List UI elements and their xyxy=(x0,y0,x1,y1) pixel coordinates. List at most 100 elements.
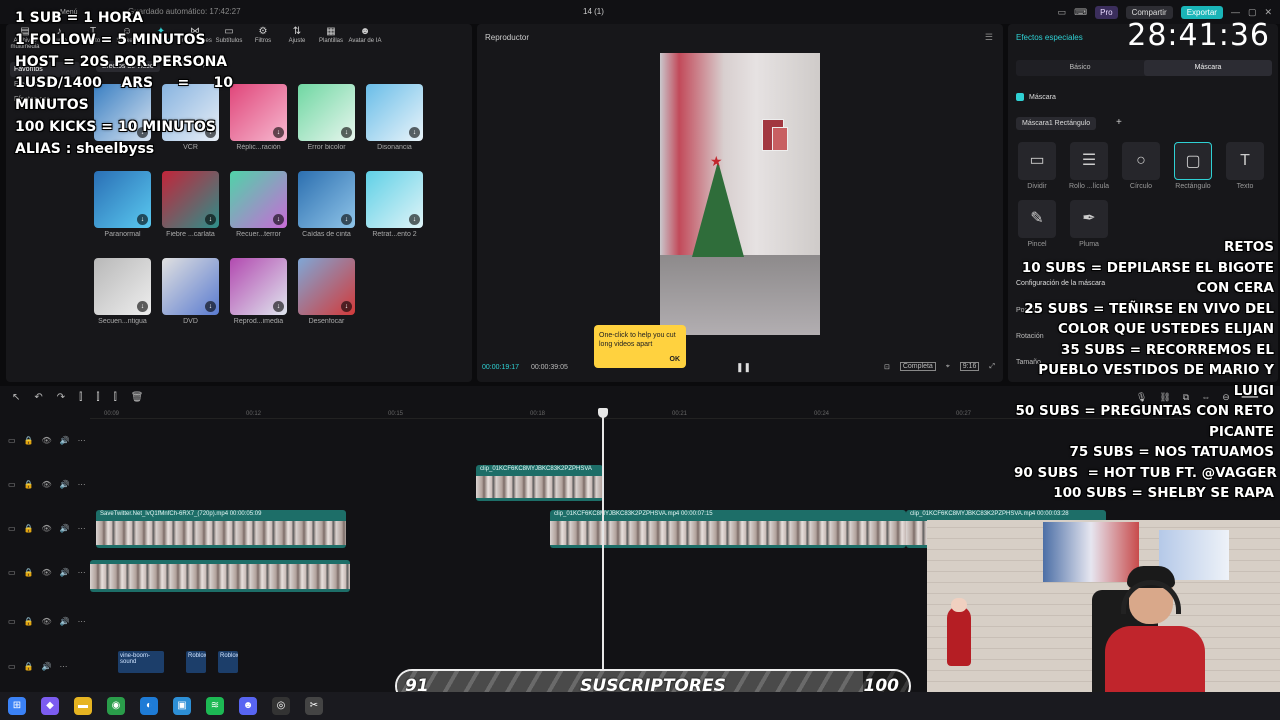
download-icon[interactable]: ↓ xyxy=(137,214,148,225)
tab-mask[interactable]: Máscara xyxy=(1144,60,1272,76)
close-icon[interactable]: ✕ xyxy=(1264,7,1272,18)
download-icon[interactable]: ↓ xyxy=(341,127,352,138)
effect-thumbnail[interactable]: ↓ xyxy=(94,258,151,315)
track-audio-icon[interactable]: 🔊 xyxy=(60,524,70,533)
redo-icon[interactable]: ↷ xyxy=(57,392,65,403)
nav-adjust[interactable]: ⇅ Ajuste xyxy=(280,26,314,50)
split-right-icon[interactable]: ⫿ xyxy=(114,392,117,403)
video-clip[interactable]: SaveTwitter.Net_lvQ1fMnfCh-6RX7_(720p).m… xyxy=(96,510,346,548)
text-mask-icon[interactable]: T xyxy=(1226,142,1264,180)
discord-icon[interactable]: ☻ xyxy=(239,697,257,715)
pause-button[interactable]: ❚❚ xyxy=(736,362,751,373)
edge-icon[interactable]: ◐ xyxy=(140,697,158,715)
track-visibility-icon[interactable]: 👁 xyxy=(42,617,52,626)
track-more-icon[interactable]: ⋯ xyxy=(78,568,86,577)
track-audio-icon[interactable]: 🔊 xyxy=(42,662,52,671)
track-audio-icon[interactable]: 🔊 xyxy=(60,568,70,577)
keyboard-icon[interactable]: ⌨ xyxy=(1074,7,1087,18)
copilot-icon[interactable]: ◆ xyxy=(41,697,59,715)
video-clip[interactable]: clip_01KCF6KC8MYJBKC83K2PZPHSVA xyxy=(476,465,603,501)
track-more-icon[interactable]: ⋯ xyxy=(78,480,86,489)
mask-shape-circle[interactable]: ○ Círculo xyxy=(1120,142,1162,190)
track-cover-icon[interactable]: ▭ xyxy=(8,524,16,533)
effect-thumbnail[interactable]: ↓ xyxy=(162,171,219,228)
effect-thumbnail[interactable]: ↓ xyxy=(94,171,151,228)
track-lock-icon[interactable]: 🔒 xyxy=(24,436,34,445)
download-icon[interactable]: ↓ xyxy=(205,301,216,312)
track-visibility-icon[interactable]: 👁 xyxy=(42,524,52,533)
nav-avatar[interactable]: ☻ Avatar de IA xyxy=(348,26,382,50)
effect-card[interactable]: ↓ Error bicolor xyxy=(298,84,355,151)
track-lock-icon[interactable]: 🔒 xyxy=(24,617,34,626)
mask-toggle[interactable]: Máscara xyxy=(1016,93,1056,101)
track-audio-icon[interactable]: 🔊 xyxy=(60,480,70,489)
split-icon[interactable]: ▭ xyxy=(1018,142,1056,180)
video-clip[interactable] xyxy=(90,560,350,592)
select-tool-icon[interactable]: ↖ xyxy=(12,392,20,403)
audio-clip[interactable]: vine-boom-sound xyxy=(118,651,164,673)
windows-icon[interactable]: ⊞ xyxy=(8,697,26,715)
effect-card[interactable]: ↓ Caídas de cinta xyxy=(298,171,355,238)
download-icon[interactable]: ↓ xyxy=(341,301,352,312)
download-icon[interactable]: ↓ xyxy=(205,214,216,225)
effect-card[interactable]: ↓ Desenfocar xyxy=(298,258,355,325)
effect-card[interactable]: ↓ Recuer...terror xyxy=(230,171,287,238)
track-visibility-icon[interactable]: 👁 xyxy=(42,568,52,577)
effect-card[interactable]: ↓ Fiebre ...carlata xyxy=(162,171,219,238)
effect-thumbnail[interactable]: ↓ xyxy=(230,171,287,228)
mask-chip[interactable]: Máscara1 Rectángulo xyxy=(1016,117,1097,130)
download-icon[interactable]: ↓ xyxy=(409,214,420,225)
split-tool-icon[interactable]: ⫿ xyxy=(79,392,82,403)
brush-icon[interactable]: ✎ xyxy=(1018,200,1056,238)
video-preview[interactable]: ★ xyxy=(660,53,820,335)
layout-icon[interactable]: ▭ xyxy=(1058,7,1067,18)
track-lock-icon[interactable]: 🔒 xyxy=(24,662,34,671)
effect-card[interactable]: ↓ Paranormal xyxy=(94,171,151,238)
filmstrip-icon[interactable]: ☰ xyxy=(1070,142,1108,180)
delete-icon[interactable]: 🗑 xyxy=(131,392,144,403)
playhead[interactable] xyxy=(599,408,607,692)
track-more-icon[interactable]: ⋯ xyxy=(78,524,86,533)
track-more-icon[interactable]: ⋯ xyxy=(60,662,68,671)
mask-checkbox[interactable] xyxy=(1016,93,1024,101)
audio-clip[interactable]: Roblox xyxy=(218,651,238,673)
track-more-icon[interactable]: ⋯ xyxy=(78,617,86,626)
download-icon[interactable]: ↓ xyxy=(409,127,420,138)
split-left-icon[interactable]: ⫿ xyxy=(96,392,99,403)
effect-thumbnail[interactable]: ↓ xyxy=(162,258,219,315)
effect-thumbnail[interactable]: ↓ xyxy=(366,171,423,228)
track-visibility-icon[interactable]: 👁 xyxy=(42,480,52,489)
obs-icon[interactable]: ◎ xyxy=(272,697,290,715)
effect-card[interactable]: ↓ DVD xyxy=(162,258,219,325)
track-lock-icon[interactable]: 🔒 xyxy=(24,524,34,533)
chrome-icon[interactable]: ◉ xyxy=(107,697,125,715)
mask-shape-split[interactable]: ▭ Dividir xyxy=(1016,142,1058,190)
track-lock-icon[interactable]: 🔒 xyxy=(24,568,34,577)
track-cover-icon[interactable]: ▭ xyxy=(8,480,16,489)
export-button[interactable]: Exportar xyxy=(1180,5,1223,19)
share-button[interactable]: Compartir xyxy=(1125,5,1173,19)
minimize-icon[interactable]: — xyxy=(1231,7,1240,17)
ratio-button[interactable]: 9:16 xyxy=(959,362,980,371)
track-cover-icon[interactable]: ▭ xyxy=(8,617,16,626)
tab-basic[interactable]: Básico xyxy=(1016,60,1144,76)
download-icon[interactable]: ↓ xyxy=(273,214,284,225)
pen-icon[interactable]: ✒ xyxy=(1070,200,1108,238)
fullscreen-icon[interactable]: ⤢ xyxy=(989,363,995,371)
add-mask-icon[interactable]: + xyxy=(1116,117,1122,128)
effect-thumbnail[interactable]: ↓ xyxy=(366,84,423,141)
mask-shape-rectangle[interactable]: ▢ Rectángulo xyxy=(1172,142,1214,190)
track-cover-icon[interactable]: ▭ xyxy=(8,568,16,577)
track-cover-icon[interactable]: ▭ xyxy=(8,662,16,671)
crop-icon[interactable]: ⊡ xyxy=(884,363,890,371)
download-icon[interactable]: ↓ xyxy=(137,301,148,312)
download-icon[interactable]: ↓ xyxy=(341,214,352,225)
track-lock-icon[interactable]: 🔒 xyxy=(24,480,34,489)
audio-clip[interactable]: Roblox xyxy=(186,651,206,673)
undo-icon[interactable]: ↶ xyxy=(34,392,42,403)
effect-thumbnail[interactable]: ↓ xyxy=(298,258,355,315)
track-audio-icon[interactable]: 🔊 xyxy=(60,436,70,445)
maximize-icon[interactable]: ▢ xyxy=(1248,7,1257,18)
track-audio-icon[interactable]: 🔊 xyxy=(60,617,70,626)
effect-card[interactable]: ↓ Reprod...imedia xyxy=(230,258,287,325)
